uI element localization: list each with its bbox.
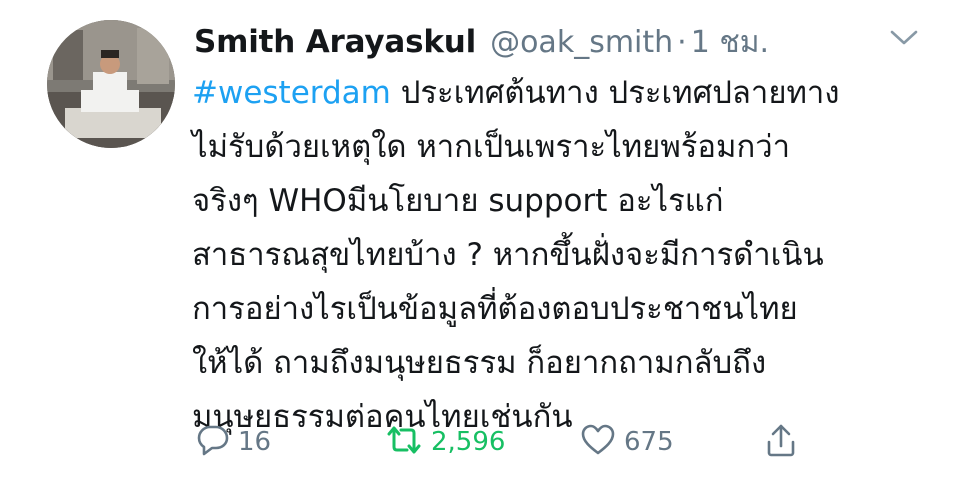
like-button[interactable]: 675 xyxy=(580,420,674,464)
separator-dot: · xyxy=(677,24,687,60)
tweet-body: ประเทศต้นทาง ประเทศปลายทาง ไม่รับด้วยเหต… xyxy=(192,75,840,435)
tweet-timestamp[interactable]: 1 ชม. xyxy=(691,19,769,66)
reply-count: 16 xyxy=(238,427,272,457)
retweet-count: 2,596 xyxy=(431,427,506,457)
tweet-header: Smith Arayaskul @oak_smith · 1 ชม. xyxy=(194,18,769,66)
share-icon xyxy=(764,422,798,462)
tweet-actions: 16 2,596 675 xyxy=(0,420,960,464)
retweet-button[interactable]: 2,596 xyxy=(385,420,505,464)
avatar[interactable] xyxy=(47,20,175,148)
like-count: 675 xyxy=(624,427,674,457)
chevron-down-icon[interactable] xyxy=(889,28,919,48)
author-name[interactable]: Smith Arayaskul xyxy=(194,24,476,60)
heart-icon xyxy=(580,423,616,461)
author-handle[interactable]: @oak_smith xyxy=(490,25,673,60)
reply-button[interactable]: 16 xyxy=(196,420,271,464)
share-button[interactable] xyxy=(764,420,798,464)
hashtag-link[interactable]: #westerdam xyxy=(192,75,391,111)
tweet-card: Smith Arayaskul @oak_smith · 1 ชม. #west… xyxy=(0,0,960,502)
retweet-icon xyxy=(385,423,423,461)
reply-icon xyxy=(196,423,230,461)
tweet-text: #westerdam ประเทศต้นทาง ประเทศปลายทาง ไม… xyxy=(192,66,932,444)
avatar-photo xyxy=(47,20,175,148)
